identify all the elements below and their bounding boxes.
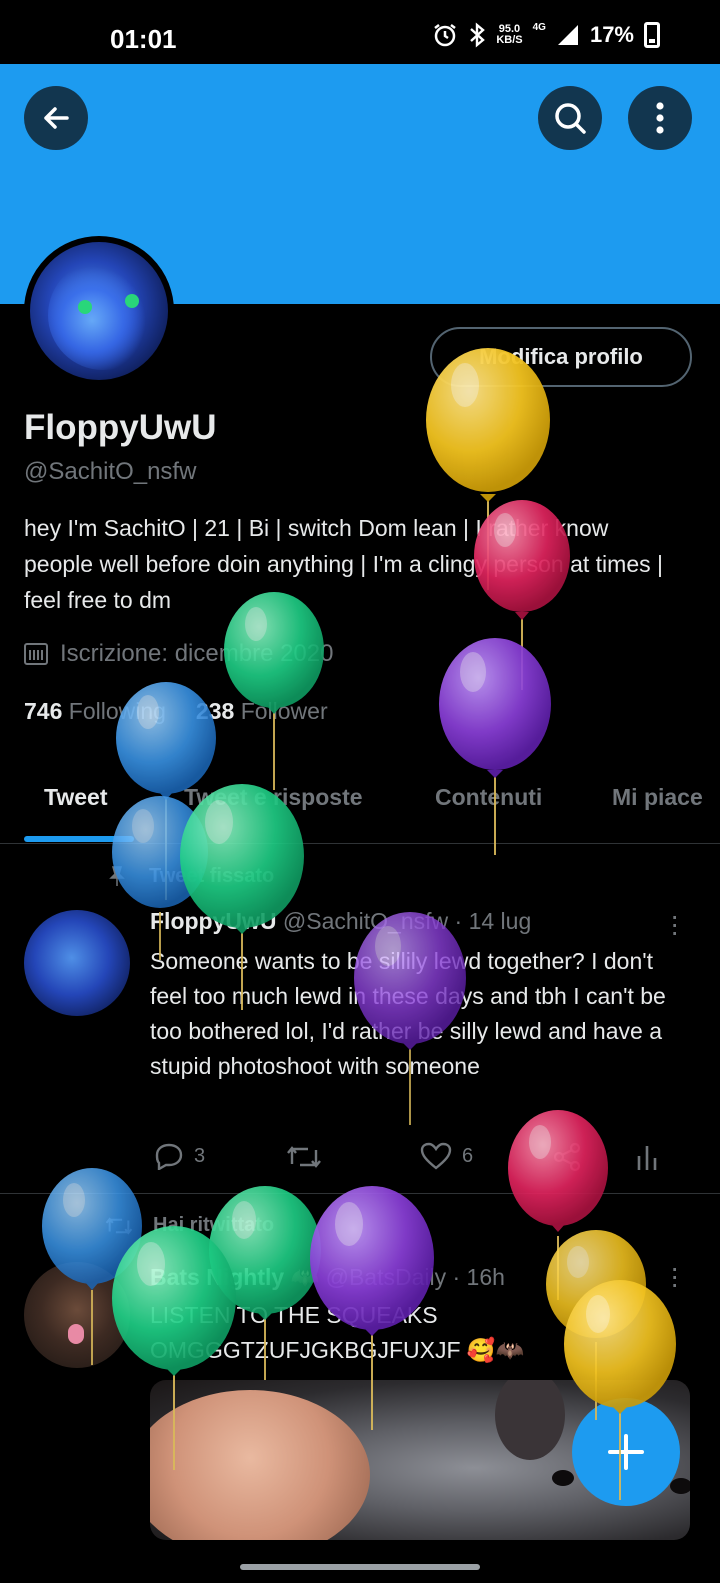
share-icon bbox=[553, 1142, 581, 1172]
join-date: Iscrizione: dicembre 2020 bbox=[24, 640, 333, 668]
tweet-actions: 3 6 bbox=[150, 1138, 670, 1174]
alarm-icon bbox=[434, 24, 457, 47]
analytics-icon bbox=[637, 1146, 657, 1170]
reply-button[interactable]: 3 bbox=[154, 1142, 205, 1170]
like-button[interactable]: 6 bbox=[420, 1142, 473, 1170]
search-button[interactable] bbox=[538, 86, 602, 150]
media-bat-eye-right bbox=[670, 1478, 690, 1494]
retweet-avatar[interactable] bbox=[24, 1262, 130, 1368]
follow-stats: 746 Following 238 Follower bbox=[24, 698, 328, 725]
retweet-text: LISTEN TO THE SQUEAKS OMGGGTZUFJGKBGJFUX… bbox=[150, 1302, 525, 1363]
like-count: 6 bbox=[462, 1144, 474, 1167]
tab-tweet-e-risposte[interactable]: Tweet e risposte bbox=[184, 784, 363, 811]
battery-icon bbox=[644, 22, 660, 48]
tweet-meta: @SachitO_nsfw · 14 lug bbox=[282, 908, 532, 934]
retweet-icon bbox=[287, 1146, 321, 1168]
tweet-text: Someone wants to be sillily lewd togethe… bbox=[150, 948, 666, 1079]
calendar-icon bbox=[24, 643, 48, 665]
status-icons: 95.0 KB/S 4G 17% bbox=[432, 22, 660, 48]
followers-label: Follower bbox=[240, 698, 328, 724]
arrow-left-icon bbox=[44, 107, 69, 129]
active-tab-indicator bbox=[24, 836, 134, 842]
media-bat-ear bbox=[495, 1380, 565, 1460]
status-time: 01:01 bbox=[110, 24, 177, 54]
tab-contenuti[interactable]: Contenuti bbox=[435, 784, 542, 811]
profile-handle: @SachitO_nsfw bbox=[24, 458, 197, 485]
avatar-eye-right bbox=[125, 294, 139, 308]
pinned-text: Tweet fissato bbox=[149, 864, 275, 887]
gesture-home-bar[interactable] bbox=[240, 1564, 480, 1570]
network-speed-unit: KB/S bbox=[496, 34, 523, 46]
media-hand bbox=[150, 1390, 370, 1540]
retweet-author-name[interactable]: Bats Nightly bbox=[150, 1264, 284, 1290]
more-vertical-icon bbox=[656, 102, 664, 134]
followers-link[interactable]: 238 Follower bbox=[196, 698, 328, 725]
following-count: 746 bbox=[24, 698, 63, 724]
profile-tabs: Tweet Tweet e risposte Contenuti Mi piac… bbox=[0, 770, 720, 844]
tweet-divider bbox=[0, 1193, 720, 1194]
retweet-button[interactable] bbox=[286, 1144, 322, 1170]
retweet-icon bbox=[105, 1216, 133, 1235]
tweet-more-button[interactable]: · · · bbox=[670, 902, 679, 946]
avatar-eye-left bbox=[78, 300, 92, 314]
bluetooth-icon bbox=[470, 22, 486, 48]
heart-icon bbox=[420, 1142, 452, 1170]
reply-count: 3 bbox=[194, 1144, 206, 1167]
author-emoji: 🦇 bbox=[290, 1264, 320, 1290]
retweeted-label: Hai ritwittato bbox=[105, 1214, 274, 1237]
edit-profile-button[interactable]: Modifica profilo bbox=[430, 327, 692, 387]
network-speed: 95.0 KB/S bbox=[496, 24, 522, 46]
status-bar: 01:01 95.0 KB/S 4G 17% bbox=[0, 0, 720, 64]
following-label: Following bbox=[68, 698, 166, 724]
pinned-label: Tweet fissato bbox=[105, 864, 274, 888]
battery-percentage: 17% bbox=[589, 22, 634, 47]
plus-icon bbox=[608, 1434, 644, 1470]
profile-name: FloppyUwU bbox=[24, 408, 217, 447]
retweet-meta: @BatsDaily · 16h bbox=[325, 1264, 505, 1290]
compose-tweet-button[interactable] bbox=[572, 1398, 680, 1506]
tweet-header: FloppyUwU @SachitO_nsfw · 14 lug bbox=[150, 908, 531, 935]
profile-bio: hey I'm SachitO | 21 | Bi | switch Dom l… bbox=[24, 515, 663, 613]
reply-icon bbox=[155, 1143, 183, 1170]
tab-tweet[interactable]: Tweet bbox=[44, 784, 107, 811]
media-bat-eye-left bbox=[552, 1470, 574, 1486]
analytics-button[interactable] bbox=[636, 1142, 658, 1172]
back-button[interactable] bbox=[24, 86, 88, 150]
retweeted-text: Hai ritwittato bbox=[153, 1214, 275, 1236]
tweet-avatar[interactable] bbox=[24, 910, 130, 1016]
tab-mi-piace[interactable]: Mi piace bbox=[612, 784, 703, 811]
share-button[interactable] bbox=[552, 1142, 582, 1172]
retweet-more-button[interactable]: · · · bbox=[670, 1254, 679, 1298]
more-options-button[interactable] bbox=[628, 86, 692, 150]
join-date-text: Iscrizione: dicembre 2020 bbox=[60, 640, 334, 667]
signal-icon bbox=[557, 25, 578, 45]
tweet-author-name[interactable]: FloppyUwU bbox=[150, 908, 277, 934]
search-icon bbox=[555, 103, 586, 134]
profile-avatar[interactable] bbox=[24, 236, 174, 386]
network-type: 4G bbox=[532, 21, 546, 33]
balloon-green-1 bbox=[224, 592, 324, 790]
pin-icon bbox=[109, 866, 125, 886]
following-link[interactable]: 746 Following bbox=[24, 698, 166, 725]
retweet-header: Bats Nightly 🦇 @BatsDaily · 16h bbox=[150, 1264, 505, 1291]
followers-count: 238 bbox=[195, 698, 235, 724]
